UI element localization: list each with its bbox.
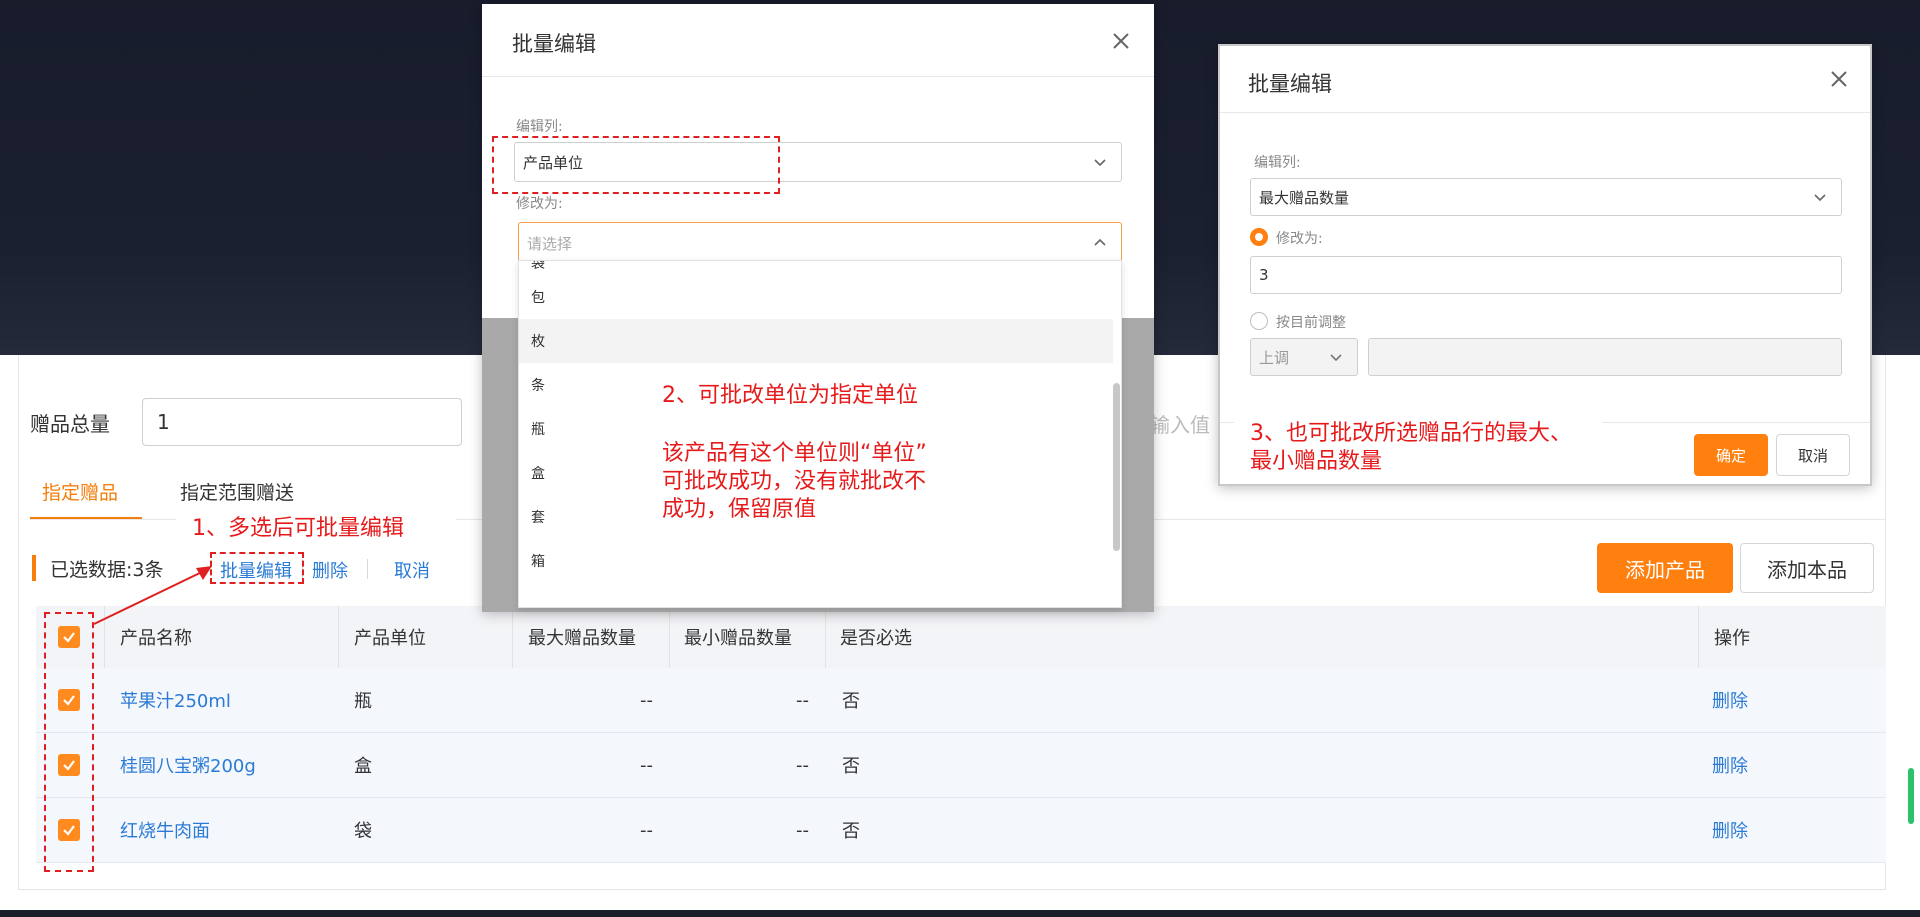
annotation-2-line-1: 该产品有这个单位则“单位” bbox=[662, 441, 927, 466]
radio-adjust-current[interactable] bbox=[1250, 312, 1268, 330]
cancel-button[interactable]: 取消 bbox=[1776, 434, 1850, 476]
gift-total-input[interactable]: 1 bbox=[142, 398, 462, 446]
edit-column-label: 编辑列: bbox=[1254, 155, 1301, 171]
adjust-direction-select[interactable]: 上调 bbox=[1250, 338, 1358, 376]
add-product-button[interactable]: 添加产品 bbox=[1597, 543, 1733, 593]
required-flag: 否 bbox=[842, 691, 860, 712]
adjust-amount-input[interactable] bbox=[1368, 338, 1842, 376]
annotation-1: 1、多选后可批量编辑 bbox=[192, 516, 404, 541]
annotation-2-line-3: 成功，保留原值 bbox=[662, 497, 817, 522]
page-scroll-indicator[interactable] bbox=[1908, 768, 1914, 824]
annotation-3-line-1: 3、也可批改所选赠品行的最大、 bbox=[1250, 421, 1572, 446]
add-self-product-button[interactable]: 添加本品 bbox=[1740, 543, 1874, 593]
tab-range-gift[interactable]: 指定范围赠送 bbox=[180, 478, 294, 505]
radio-change-to[interactable] bbox=[1250, 228, 1268, 246]
header-required: 是否必选 bbox=[840, 628, 912, 649]
tab-specified-gift[interactable]: 指定赠品 bbox=[42, 478, 118, 505]
product-unit: 袋 bbox=[354, 821, 372, 842]
table-row: 苹果汁250ml 瓶 -- -- 否 删除 bbox=[36, 668, 1886, 733]
chevron-down-icon bbox=[1814, 194, 1826, 202]
unit-option[interactable]: 套 bbox=[519, 495, 1119, 539]
max-qty: -- bbox=[640, 754, 653, 776]
header-max-qty: 最大赠品数量 bbox=[528, 628, 636, 649]
batch-cancel-link[interactable]: 取消 bbox=[394, 557, 430, 583]
product-name-link[interactable]: 苹果汁250ml bbox=[120, 668, 231, 732]
header-min-qty: 最小赠品数量 bbox=[684, 628, 792, 649]
table-row: 红烧牛肉面 袋 -- -- 否 删除 bbox=[36, 798, 1886, 863]
modal-title: 批量编辑 bbox=[512, 32, 596, 56]
max-qty: -- bbox=[640, 819, 653, 841]
table-header: 产品名称 产品单位 最大赠品数量 最小赠品数量 是否必选 操作 bbox=[36, 606, 1886, 668]
annotation-arrow-icon bbox=[93, 566, 212, 625]
value-input-placeholder[interactable]: 输入值 bbox=[1150, 409, 1210, 438]
adjust-direction-value: 上调 bbox=[1259, 348, 1290, 367]
confirm-button[interactable]: 确定 bbox=[1694, 434, 1768, 476]
selection-accent-bar bbox=[32, 555, 36, 581]
row-delete-link[interactable]: 删除 bbox=[1712, 798, 1748, 862]
chevron-down-icon bbox=[1094, 159, 1106, 167]
product-name-link[interactable]: 红烧牛肉面 bbox=[120, 798, 210, 862]
edit-column-value: 最大赠品数量 bbox=[1259, 188, 1350, 207]
edit-column-select[interactable]: 最大赠品数量 bbox=[1250, 178, 1842, 216]
annotation-2-title: 2、可批改单位为指定单位 bbox=[662, 383, 918, 408]
min-qty: -- bbox=[796, 689, 809, 711]
unit-select-placeholder: 请选择 bbox=[527, 234, 573, 253]
required-flag: 否 bbox=[842, 821, 860, 842]
unit-option[interactable]: 箱 bbox=[519, 539, 1119, 583]
gift-total-label: 赠品总量 bbox=[30, 412, 110, 436]
unit-option[interactable]: 包 bbox=[519, 275, 1119, 319]
chevron-up-icon bbox=[1094, 238, 1106, 246]
bottom-bar bbox=[0, 910, 1920, 917]
max-qty: -- bbox=[640, 689, 653, 711]
change-to-label: 修改为: bbox=[1276, 231, 1323, 247]
header-product-unit: 产品单位 bbox=[354, 628, 426, 649]
modal-title: 批量编辑 bbox=[1248, 72, 1332, 96]
chevron-down-icon bbox=[1330, 354, 1342, 362]
highlight-checkboxes bbox=[44, 612, 94, 872]
header-operation: 操作 bbox=[1714, 628, 1750, 649]
highlight-edit-column bbox=[492, 136, 780, 194]
unit-option[interactable]: 袋 bbox=[519, 261, 1119, 275]
min-qty: -- bbox=[796, 754, 809, 776]
annotation-3-line-2: 最小赠品数量 bbox=[1250, 449, 1383, 474]
annotation-2-line-2: 可批改成功，没有就批改不 bbox=[662, 469, 927, 494]
highlight-batch-edit bbox=[210, 552, 304, 584]
dropdown-scrollbar[interactable] bbox=[1113, 383, 1120, 551]
change-to-label: 修改为: bbox=[516, 196, 563, 212]
close-icon[interactable] bbox=[1110, 30, 1132, 52]
batch-delete-link[interactable]: 删除 bbox=[312, 557, 348, 583]
unit-dropdown: 袋 包 枚 条 瓶 盒 套 箱 bbox=[518, 260, 1122, 608]
change-to-input[interactable]: 3 bbox=[1250, 256, 1842, 294]
product-unit: 瓶 bbox=[354, 691, 372, 712]
product-unit: 盒 bbox=[354, 756, 372, 777]
unit-option[interactable]: 枚 bbox=[519, 319, 1113, 363]
separator bbox=[367, 559, 368, 579]
unit-select[interactable]: 请选择 bbox=[518, 222, 1122, 264]
required-flag: 否 bbox=[842, 756, 860, 777]
table-row: 桂圆八宝粥200g 盒 -- -- 否 删除 bbox=[36, 733, 1886, 798]
row-delete-link[interactable]: 删除 bbox=[1712, 668, 1748, 732]
product-name-link[interactable]: 桂圆八宝粥200g bbox=[120, 733, 256, 797]
min-qty: -- bbox=[796, 819, 809, 841]
close-icon[interactable] bbox=[1828, 68, 1850, 90]
row-delete-link[interactable]: 删除 bbox=[1712, 733, 1748, 797]
edit-column-label: 编辑列: bbox=[516, 119, 563, 135]
adjust-current-label: 按目前调整 bbox=[1276, 315, 1346, 331]
